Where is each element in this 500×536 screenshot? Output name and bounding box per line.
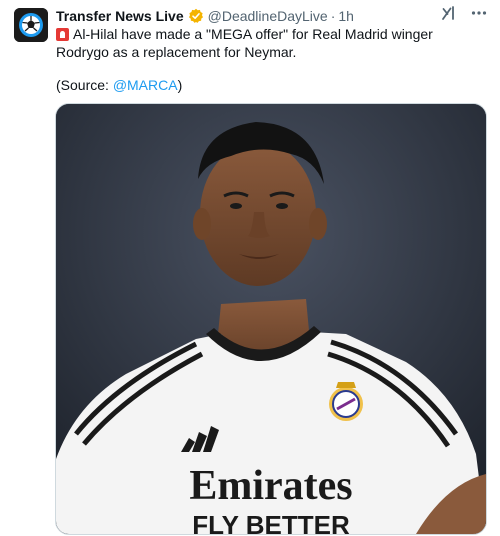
author-handle[interactable]: @DeadlineDayLive bbox=[208, 8, 328, 24]
verified-badge-icon bbox=[188, 8, 203, 23]
soccer-ball-avatar-icon bbox=[14, 8, 48, 42]
timestamp[interactable]: 1h bbox=[338, 8, 354, 24]
siren-emoji-icon bbox=[56, 28, 69, 41]
jersey-sponsor-text: Emirates bbox=[189, 463, 352, 509]
jersey-sponsor-tagline: FLY BETTER bbox=[192, 510, 350, 534]
tweet-text-content: Al-Hilal have made a "MEGA offer" for Re… bbox=[56, 26, 433, 60]
source-suffix: ) bbox=[177, 77, 183, 93]
tweet-source-line: (Source: @MARCA) bbox=[56, 76, 182, 94]
grok-icon[interactable] bbox=[440, 4, 458, 22]
tweet-media-photo[interactable]: Emirates FLY BETTER bbox=[55, 103, 487, 535]
account-avatar[interactable] bbox=[14, 8, 48, 42]
separator-dot: · bbox=[330, 8, 336, 24]
tweet-card[interactable]: Transfer News Live @DeadlineDayLive · 1h… bbox=[0, 0, 500, 536]
more-options-icon[interactable] bbox=[470, 4, 488, 22]
source-prefix: (Source: bbox=[56, 77, 113, 93]
tweet-header: Transfer News Live @DeadlineDayLive · 1h bbox=[56, 6, 488, 26]
tweet-actions bbox=[440, 4, 488, 22]
author-name[interactable]: Transfer News Live bbox=[56, 8, 184, 24]
source-mention-link[interactable]: @MARCA bbox=[113, 77, 178, 93]
tweet-text: Al-Hilal have made a "MEGA offer" for Re… bbox=[56, 25, 486, 61]
player-photo: Emirates FLY BETTER bbox=[56, 104, 486, 534]
